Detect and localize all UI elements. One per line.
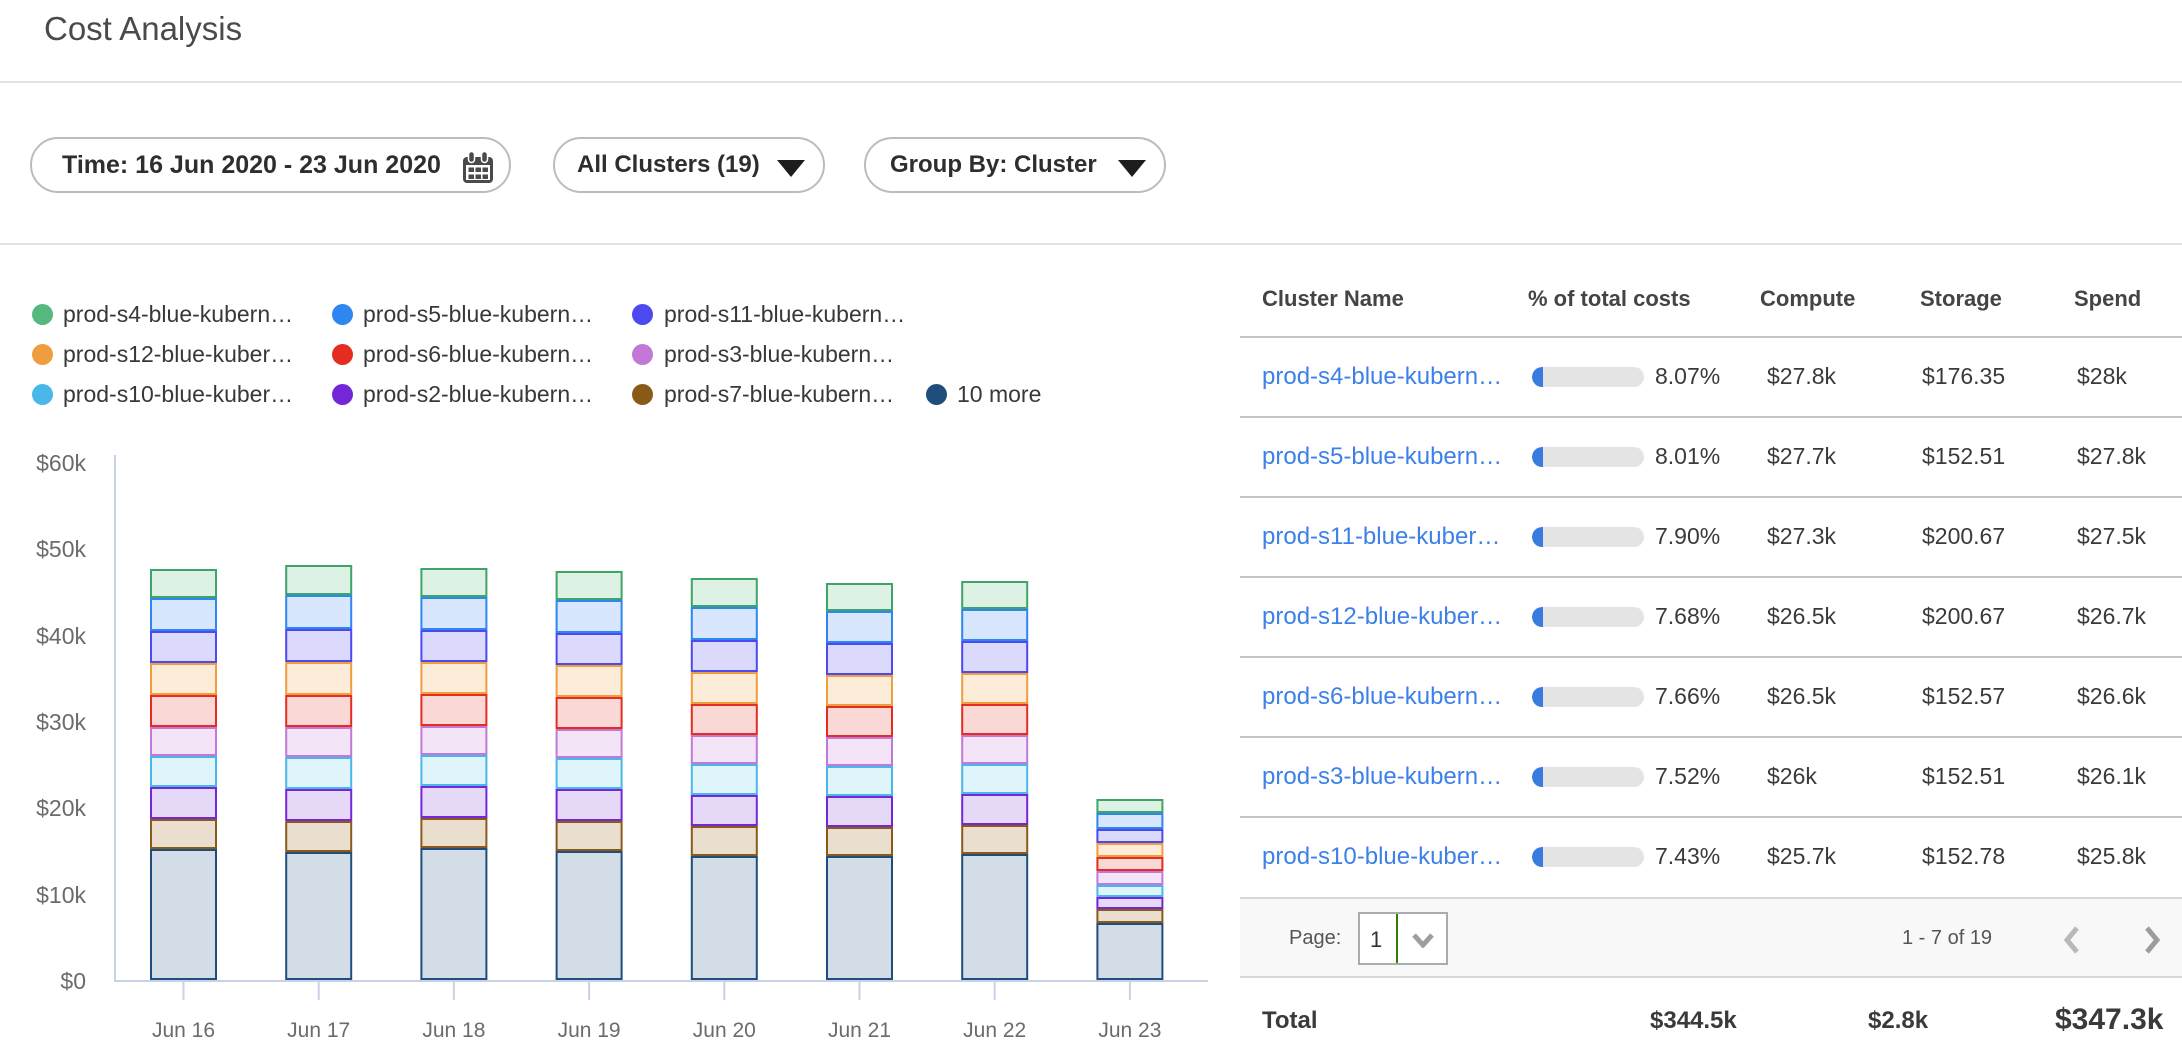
svg-text:$60k: $60k bbox=[36, 450, 86, 476]
svg-text:$30k: $30k bbox=[36, 709, 86, 735]
svg-text:$50k: $50k bbox=[36, 536, 86, 562]
svg-text:Jun 23: Jun 23 bbox=[1098, 1019, 1161, 1042]
svg-text:Jun 21: Jun 21 bbox=[828, 1019, 891, 1042]
svg-text:Jun 16: Jun 16 bbox=[152, 1019, 215, 1042]
svg-text:Jun 18: Jun 18 bbox=[422, 1019, 485, 1042]
svg-text:$20k: $20k bbox=[36, 795, 86, 821]
svg-text:Jun 22: Jun 22 bbox=[963, 1019, 1026, 1042]
svg-text:$40k: $40k bbox=[36, 623, 86, 649]
svg-text:$0: $0 bbox=[60, 968, 86, 994]
svg-text:Jun 17: Jun 17 bbox=[287, 1019, 350, 1042]
svg-text:$10k: $10k bbox=[36, 882, 86, 908]
svg-text:Jun 20: Jun 20 bbox=[693, 1019, 756, 1042]
svg-text:Jun 19: Jun 19 bbox=[558, 1019, 621, 1042]
